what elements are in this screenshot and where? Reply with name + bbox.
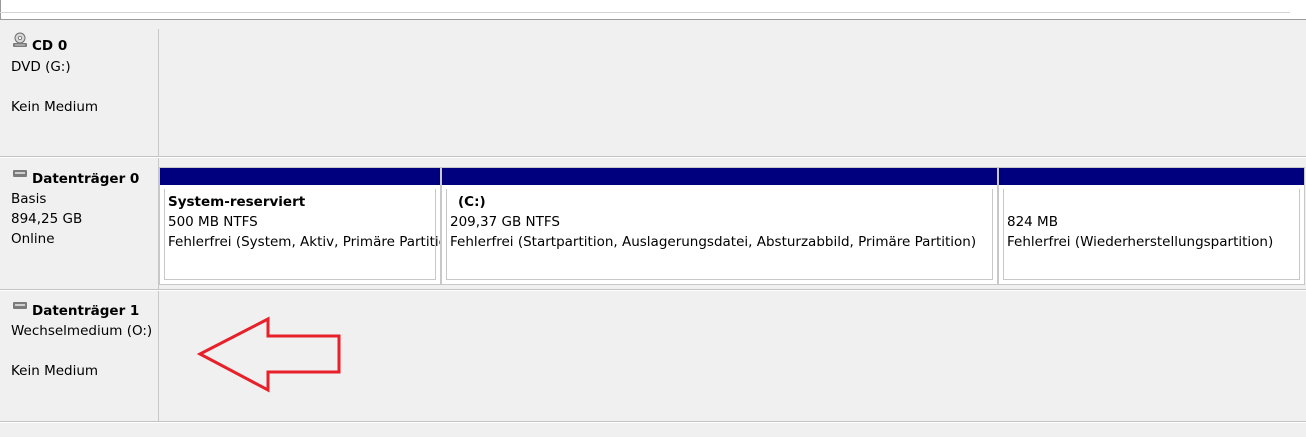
disk-area-disk0: System-reserviert 500 MB NTFS Fehlerfrei… xyxy=(159,158,1306,289)
disk-size-disk0: 894,25 GB xyxy=(11,211,83,227)
partition-header-bar xyxy=(442,168,997,185)
partition-status: Fehlerfrei (Startpartition, Auslagerungs… xyxy=(450,234,977,250)
disk-label-disk0[interactable]: Datenträger 0 Basis 894,25 GB Online xyxy=(0,158,159,289)
disk-row-disk0[interactable]: Datenträger 0 Basis 894,25 GB Online Sys… xyxy=(0,158,1306,289)
disk-row-cd0[interactable]: CD 0 DVD (G:) Kein Medium xyxy=(0,29,1306,156)
disk-type-cd0: DVD (G:) xyxy=(11,59,71,75)
top-strip-separator xyxy=(0,12,1290,13)
partition-system-reserved[interactable]: System-reserviert 500 MB NTFS Fehlerfrei… xyxy=(159,167,441,285)
partition-body: 824 MB Fehlerfrei (Wiederherstellungspar… xyxy=(1003,189,1300,280)
disk-area-cd0[interactable] xyxy=(159,29,1306,156)
partition-body: (C:) 209,37 GB NTFS Fehlerfrei (Startpar… xyxy=(446,189,993,280)
disk-status-disk0: Online xyxy=(11,231,55,247)
partition-name: System-reserviert xyxy=(168,194,306,210)
partition-size: 500 MB NTFS xyxy=(168,214,258,230)
disk-name-disk1: Datenträger 1 xyxy=(32,303,140,319)
disk-status-cd0: Kein Medium xyxy=(11,99,99,115)
disk-label-disk1[interactable]: Datenträger 1 Wechselmedium (O:) Kein Me… xyxy=(0,291,159,421)
row-divider-highlight xyxy=(0,422,1306,423)
hard-disk-icon xyxy=(13,302,27,309)
disk-name-cd0: CD 0 xyxy=(32,38,68,54)
cd-drive-icon xyxy=(13,32,27,47)
disk-name-disk0: Datenträger 0 xyxy=(32,171,140,187)
red-arrow-left-icon xyxy=(196,316,341,393)
disk-type-disk0: Basis xyxy=(11,191,47,207)
partition-name: (C:) xyxy=(458,194,486,210)
partition-recovery[interactable]: 824 MB Fehlerfrei (Wiederherstellungspar… xyxy=(998,167,1305,285)
partition-status: Fehlerfrei (Wiederherstellungspartition) xyxy=(1007,234,1274,250)
partition-size: 824 MB xyxy=(1007,214,1058,230)
partition-size: 209,37 GB NTFS xyxy=(450,214,560,230)
top-strip-tick xyxy=(0,0,1,19)
partition-header-bar xyxy=(160,168,440,185)
disk-status-disk1: Kein Medium xyxy=(11,363,99,379)
partition-c[interactable]: (C:) 209,37 GB NTFS Fehlerfrei (Startpar… xyxy=(441,167,998,285)
disk-label-cd0[interactable]: CD 0 DVD (G:) Kein Medium xyxy=(0,29,159,156)
disk-type-disk1: Wechselmedium (O:) xyxy=(11,323,153,339)
hard-disk-icon xyxy=(13,170,27,177)
partition-body: System-reserviert 500 MB NTFS Fehlerfrei… xyxy=(164,189,440,280)
top-strip xyxy=(0,0,1306,20)
partition-header-bar xyxy=(999,168,1304,185)
partition-status: Fehlerfrei (System, Aktiv, Primäre Parti… xyxy=(168,234,441,250)
